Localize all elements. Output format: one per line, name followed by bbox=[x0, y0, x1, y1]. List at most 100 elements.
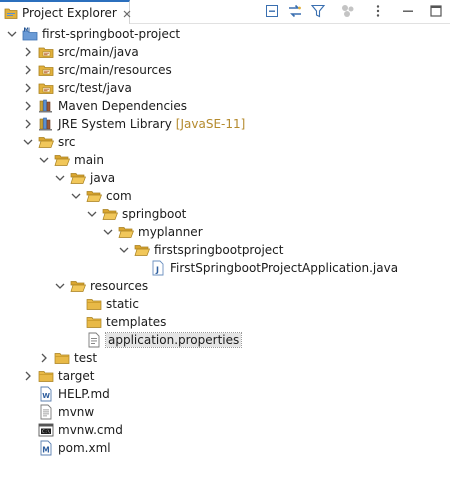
tree-item[interactable]: src/test/java bbox=[22, 79, 132, 97]
chevron-down-icon[interactable] bbox=[54, 172, 66, 184]
tree-item[interactable]: main bbox=[38, 151, 104, 169]
folder-icon bbox=[86, 296, 102, 312]
chevron-down-icon[interactable] bbox=[22, 136, 34, 148]
view-tab-project-explorer[interactable]: Project Explorer bbox=[0, 0, 132, 24]
folder-open-icon bbox=[118, 224, 135, 240]
tree-item[interactable]: templates bbox=[70, 313, 166, 331]
tree-item[interactable]: C:\ mvnw.cmd bbox=[22, 421, 123, 439]
tree-item-label: firstspringbootproject bbox=[154, 243, 284, 257]
tree-item[interactable]: static bbox=[70, 295, 139, 313]
tab-strip-divider bbox=[130, 23, 450, 24]
chevron-down-icon[interactable] bbox=[102, 226, 114, 238]
source-folder-icon bbox=[38, 44, 54, 60]
svg-text:J: J bbox=[155, 266, 159, 275]
chevron-right-icon[interactable] bbox=[38, 352, 50, 364]
project-explorer-icon bbox=[4, 6, 18, 20]
chevron-down-icon[interactable] bbox=[70, 190, 82, 202]
tree-item-label: src/main/java bbox=[58, 45, 139, 59]
tree-item-label: resources bbox=[90, 279, 149, 293]
chevron-right-icon[interactable] bbox=[22, 100, 34, 112]
chevron-down-icon[interactable] bbox=[38, 154, 50, 166]
tree-item[interactable]: src bbox=[22, 133, 76, 151]
chevron-right-icon[interactable] bbox=[22, 82, 34, 94]
tree-item-label: first-springboot-project bbox=[42, 27, 181, 41]
tree-item[interactable]: com bbox=[70, 187, 132, 205]
tree-item[interactable]: target bbox=[22, 367, 95, 385]
chevron-right-icon[interactable] bbox=[22, 64, 34, 76]
source-folder-icon bbox=[38, 62, 54, 78]
tree-item-label: templates bbox=[106, 315, 167, 329]
tree-item-label: src/main/resources bbox=[58, 63, 172, 77]
folder-open-icon bbox=[102, 206, 119, 222]
view-menu-icon[interactable] bbox=[370, 3, 386, 19]
tree-item-label: target bbox=[58, 369, 95, 383]
folder-open-icon bbox=[54, 152, 71, 168]
chevron-right-icon[interactable] bbox=[22, 118, 34, 130]
view-toolbar bbox=[257, 3, 444, 19]
view-title: Project Explorer bbox=[22, 6, 117, 20]
tree-item-label: mvnw bbox=[58, 405, 95, 419]
tree-item[interactable]: springboot bbox=[86, 205, 186, 223]
tree-item-label: test bbox=[74, 351, 98, 365]
properties-file-icon bbox=[86, 332, 102, 348]
folder-open-icon bbox=[86, 188, 103, 204]
tree-item-label: src bbox=[58, 135, 76, 149]
svg-text:C:\: C:\ bbox=[42, 429, 50, 435]
source-folder-icon bbox=[38, 80, 54, 96]
chevron-down-icon[interactable] bbox=[86, 208, 98, 220]
link-with-editor-icon[interactable] bbox=[287, 3, 303, 19]
folder-open-icon bbox=[70, 278, 87, 294]
tree-item[interactable]: JRE System Library [JavaSE-11] bbox=[22, 115, 245, 133]
tree-item[interactable]: resources bbox=[54, 277, 148, 295]
tree-item-label: HELP.md bbox=[58, 387, 110, 401]
tree-item-decoration: [JavaSE-11] bbox=[175, 117, 246, 131]
tree-item-label: src/test/java bbox=[58, 81, 132, 95]
tree-item-label: main bbox=[74, 153, 104, 167]
text-file-icon bbox=[38, 404, 54, 420]
filter-icon[interactable] bbox=[310, 3, 326, 19]
maximize-icon[interactable] bbox=[428, 3, 444, 19]
tree-item-label: com bbox=[106, 189, 132, 203]
library-icon bbox=[38, 98, 54, 114]
folder-icon bbox=[86, 314, 102, 330]
tree-item[interactable]: src/main/java bbox=[22, 43, 139, 61]
chevron-down-icon[interactable] bbox=[54, 280, 66, 292]
chevron-right-icon[interactable] bbox=[22, 46, 34, 58]
maven-project-icon: MJ bbox=[22, 26, 38, 42]
java-file-icon: J bbox=[150, 260, 166, 276]
tree-item[interactable]: java bbox=[54, 169, 115, 187]
tree-item[interactable]: myplanner bbox=[102, 223, 203, 241]
tree-item[interactable]: test bbox=[38, 349, 97, 367]
tree-item[interactable]: application.properties bbox=[70, 331, 243, 349]
tree-item[interactable]: Mpom.xml bbox=[22, 439, 111, 457]
focus-on-active-task-icon[interactable] bbox=[340, 3, 356, 19]
minimize-icon[interactable] bbox=[400, 3, 416, 19]
svg-text:J: J bbox=[28, 27, 30, 33]
tree-item-label: pom.xml bbox=[58, 441, 111, 455]
chevron-down-icon[interactable] bbox=[118, 244, 130, 256]
close-icon[interactable] bbox=[122, 8, 132, 18]
folder-open-icon bbox=[38, 134, 55, 150]
tree-item-label: myplanner bbox=[138, 225, 203, 239]
tree-item-label: java bbox=[90, 171, 116, 185]
chevron-down-icon[interactable] bbox=[6, 28, 18, 40]
tree-item[interactable]: mvnw bbox=[22, 403, 94, 421]
tree-item[interactable]: J FirstSpringbootProjectApplication.java bbox=[134, 259, 398, 277]
folder-open-icon bbox=[134, 242, 151, 258]
tree-item[interactable]: firstspringbootproject bbox=[118, 241, 283, 259]
collapse-all-icon[interactable] bbox=[264, 3, 280, 19]
tree-item[interactable]: src/main/resources bbox=[22, 61, 172, 79]
svg-text:M: M bbox=[42, 445, 49, 454]
tree-item[interactable]: M J first-springboot-project bbox=[6, 25, 180, 43]
tree-item-label: application.properties bbox=[104, 332, 243, 348]
tree-item[interactable]: Maven Dependencies bbox=[22, 97, 187, 115]
chevron-right-icon[interactable] bbox=[22, 370, 34, 382]
tree-item-label: mvnw.cmd bbox=[58, 423, 123, 437]
tree-item[interactable]: W HELP.md bbox=[22, 385, 110, 403]
